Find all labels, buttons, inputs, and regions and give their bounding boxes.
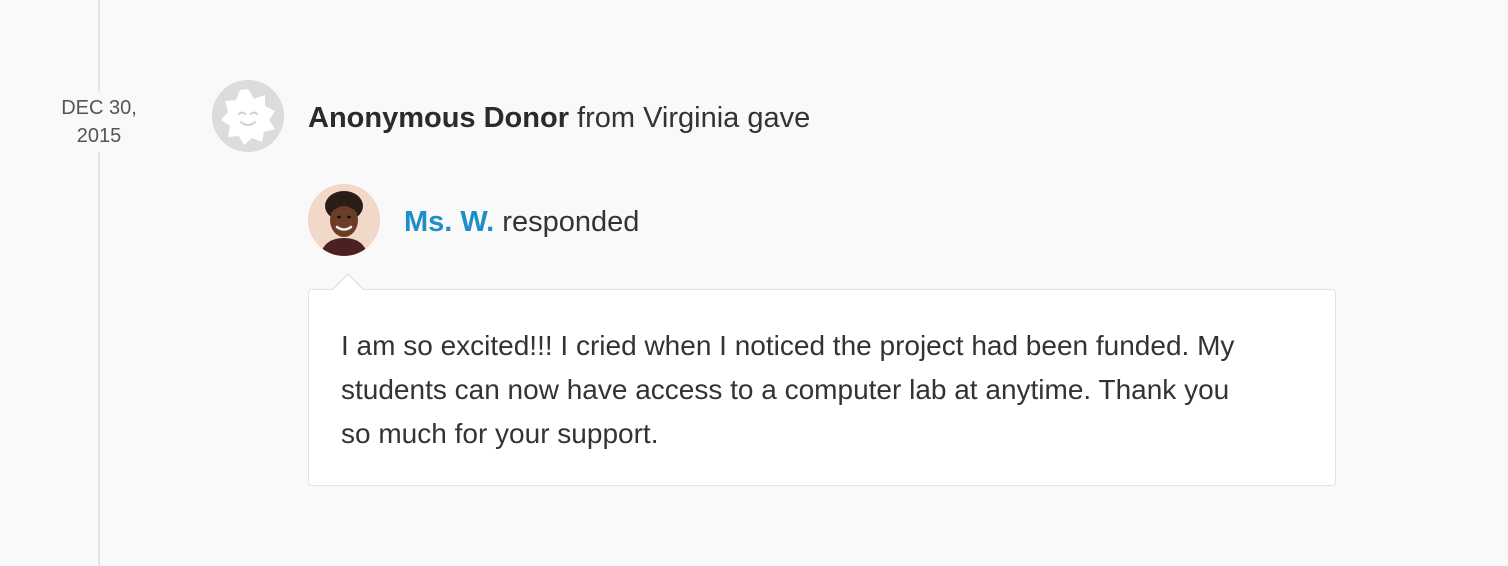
response-message-text: I am so excited!!! I cried when I notice… [341,330,1235,449]
teacher-name-link[interactable]: Ms. W. [404,206,494,238]
smiling-star-face-icon [212,80,284,152]
date-month-day: DEC 30, [61,97,137,119]
response-summary: Ms. W. responded [404,202,639,242]
response-message-card: I am so excited!!! I cried when I notice… [308,273,1336,486]
donation-summary: Anonymous Donor from Virginia gave [308,98,810,138]
date-year: 2015 [76,125,122,147]
response-verb: responded [494,206,640,238]
speech-bubble-arrow-fill [332,275,364,291]
teacher-photo [308,184,380,256]
donor-avatar [212,80,284,152]
timeline-line [98,0,100,566]
donor-detail: from Virginia gave [569,102,811,134]
donation-date: DEC 30, 2015 [40,92,158,152]
donor-name: Anonymous Donor [308,102,569,134]
teacher-avatar[interactable] [308,184,380,256]
